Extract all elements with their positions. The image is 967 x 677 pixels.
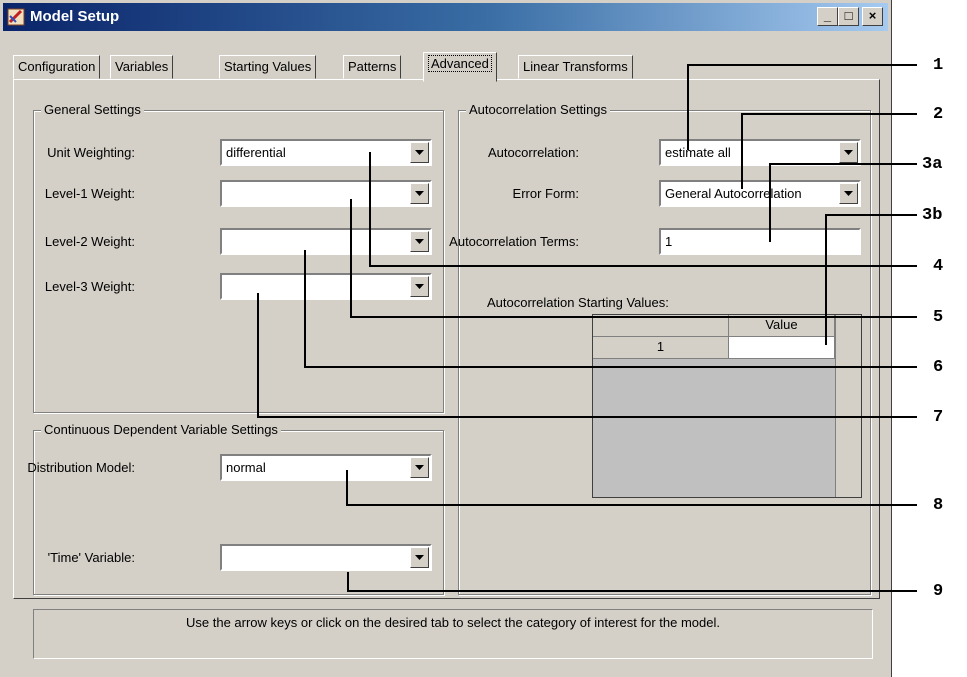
callout-lines <box>257 64 917 592</box>
callout-line-7 <box>257 293 917 418</box>
callout-number: 8 <box>933 496 944 515</box>
callout-number: 4 <box>933 257 944 276</box>
callout-line-5 <box>350 199 917 318</box>
callout-number: 3a <box>922 155 943 174</box>
callout-number: 1 <box>933 56 944 75</box>
tab-label: Advanced <box>428 55 492 72</box>
callout-line-2 <box>741 113 917 189</box>
callout-line-4 <box>369 152 917 267</box>
callout-line-8 <box>346 470 917 506</box>
tab-advanced[interactable]: Advanced <box>423 52 497 82</box>
callout-line-9 <box>347 572 917 592</box>
callout-number: 5 <box>933 308 944 327</box>
callout-line-1 <box>687 64 917 150</box>
callout-number: 6 <box>933 358 944 377</box>
callout-number: 3b <box>922 206 943 225</box>
callout-line-3b <box>825 214 917 345</box>
callout-number: 9 <box>933 582 944 601</box>
callout-number: 2 <box>933 105 944 124</box>
callout-number: 7 <box>933 408 944 427</box>
callout-line-3a <box>769 163 917 242</box>
